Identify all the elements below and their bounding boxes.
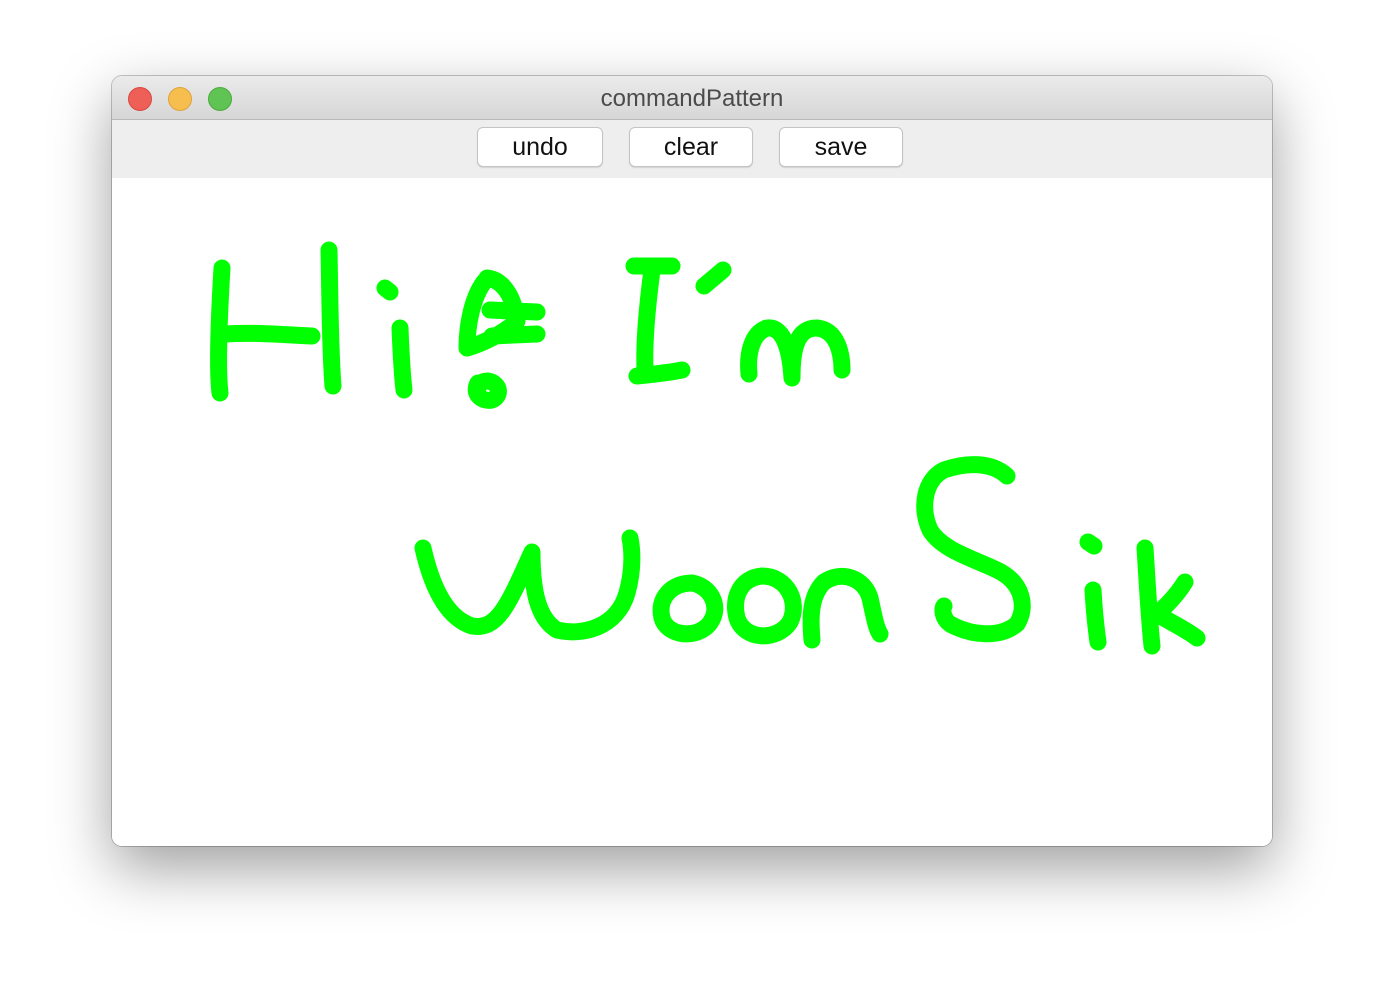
title-bar[interactable]: commandPattern [112,76,1272,120]
window-title: commandPattern [600,85,784,112]
stroke-letter-i-stem [391,319,413,399]
stroke-letter-o-2 [727,567,802,645]
stroke-letter-w [414,529,641,641]
undo-button[interactable]: undo [477,127,603,167]
stroke-letter-o-1 [652,574,724,643]
stroke-exclaim-bar [481,301,546,321]
stroke-letter-capital-i-bottom [628,361,691,385]
stroke-letter-n [802,567,889,649]
stroke-letter-i2-stem [1084,581,1107,651]
stroke-letter-h-crossbar [216,324,321,345]
stroke-letter-k-stem [1136,539,1161,655]
drawing-canvas[interactable] [112,178,1272,846]
stroke-letter-m [740,319,851,387]
stroke-apostrophe [695,261,732,295]
stroke-letter-i-dot [376,279,399,301]
save-button[interactable]: save [779,127,903,167]
freehand-drawing [210,241,1206,655]
stroke-letter-i2-dot [1079,533,1103,555]
stroke-letter-capital-i-stem [636,261,661,377]
stroke-letter-s [916,456,1031,643]
stroke-letter-h-right [320,241,342,395]
toolbar: undo clear save [112,120,1272,178]
stroke-letter-k-leg [1148,605,1206,647]
app-window: commandPattern undo clear save [112,76,1272,846]
stroke-exclaim-tick [483,325,546,345]
stroke-exclaim-dot [467,372,507,409]
clear-button[interactable]: clear [629,127,753,167]
